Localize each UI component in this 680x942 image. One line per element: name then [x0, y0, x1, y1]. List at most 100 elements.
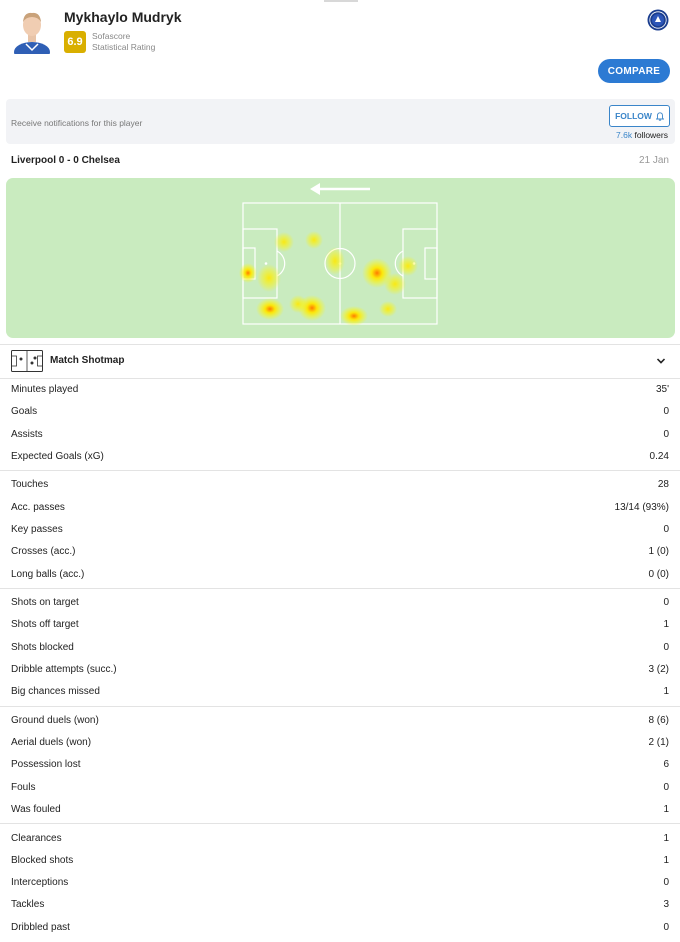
top-handle [324, 0, 358, 2]
stat-row: Long balls (acc.) 0 (0) [0, 564, 680, 586]
stat-value: 0 [663, 428, 669, 440]
group-divider [0, 470, 680, 472]
match-title[interactable]: Liverpool 0 - 0 Chelsea [11, 155, 120, 166]
stat-label: Interceptions [11, 877, 69, 889]
stat-label: Shots blocked [11, 641, 74, 653]
stat-label: Crosses (acc.) [11, 546, 76, 558]
heatmap [6, 178, 675, 338]
stat-value: 1 (0) [648, 546, 669, 558]
notification-bar: Receive notifications for this player FO… [6, 99, 675, 144]
stat-value: 8 (6) [648, 714, 669, 726]
stat-value: 6 [663, 759, 669, 771]
shotmap-label: Match Shotmap [50, 355, 125, 366]
stat-row: Aerial duels (won) 2 (1) [0, 732, 680, 754]
stat-label: Dribble attempts (succ.) [11, 664, 117, 675]
notification-text: Receive notifications for this player [11, 118, 143, 128]
stat-label: Aerial duels (won) [11, 737, 92, 749]
player-name: Mykhaylo Mudryk [64, 9, 182, 25]
stat-row: Blocked shots 1 [0, 850, 680, 872]
club-logo[interactable] [647, 9, 669, 31]
stat-value: 0 [663, 921, 669, 933]
stat-row: Fouls 0 [0, 777, 680, 799]
stat-row: Big chances missed 1 [0, 681, 680, 703]
stat-label: Acc. passes [11, 501, 65, 513]
stat-row: Shots off target 1 [0, 614, 680, 636]
stat-label: Expected Goals (xG) [11, 450, 104, 462]
chevron-down-icon[interactable] [655, 355, 667, 367]
stat-label: Touches [11, 479, 49, 491]
follow-label: FOLLOW [615, 111, 652, 121]
player-avatar [14, 12, 50, 54]
stat-row: Dribble attempts (succ.) 3 (2) [0, 659, 680, 681]
stat-value: 0 [663, 877, 669, 889]
match-shotmap-toggle[interactable]: Match Shotmap [0, 345, 680, 378]
stat-label: Long balls (acc.) [11, 568, 85, 580]
rating-label: Sofascore Statistical Rating [92, 31, 155, 53]
stat-row: Assists 0 [0, 424, 680, 446]
stat-value: 3 [663, 899, 669, 911]
stat-label: Fouls [11, 781, 36, 793]
stat-value: 0 [663, 641, 669, 653]
stat-value: 0 [663, 597, 669, 609]
followers: 7.6k followers [616, 130, 668, 140]
stat-row: Crosses (acc.) 1 (0) [0, 541, 680, 563]
stat-row: Interceptions 0 [0, 872, 680, 894]
stat-value: 0.24 [649, 450, 669, 462]
stat-row: Ground duels (won) 8 (6) [0, 710, 680, 732]
group-divider [0, 705, 680, 707]
rating-source: Sofascore [92, 31, 131, 41]
stat-value: 3 (2) [648, 664, 669, 675]
stat-label: Tackles [11, 899, 45, 911]
stat-label: Big chances missed [11, 686, 100, 698]
stat-value: 1 [663, 832, 669, 844]
stat-value: 0 [663, 524, 669, 535]
stat-label: Key passes [11, 524, 63, 535]
heat-zones [239, 231, 418, 326]
group-divider [0, 587, 680, 589]
followers-count: 7.6k [616, 130, 633, 140]
group-divider [0, 823, 680, 825]
stat-value: 1 [663, 619, 669, 631]
stat-row: Shots on target 0 [0, 592, 680, 614]
stat-label: Assists [11, 428, 43, 440]
stat-value: 1 [663, 686, 669, 698]
stat-row: Dribbled past 0 [0, 917, 680, 939]
stat-value: 0 [663, 781, 669, 793]
rating-badge: 6.9 [64, 31, 86, 53]
follow-button[interactable]: FOLLOW [609, 105, 670, 127]
stat-row: Shots blocked 0 [0, 637, 680, 659]
stat-row: Possession lost 6 [0, 754, 680, 776]
stat-label: Ground duels (won) [11, 714, 99, 726]
stat-row: Touches 28 [0, 474, 680, 496]
pitch-icon [11, 350, 43, 372]
stat-row: Minutes played 35' [0, 379, 680, 401]
rating-caption: Statistical Rating [92, 42, 156, 52]
stat-label: Blocked shots [11, 854, 74, 866]
stat-value: 1 [663, 804, 669, 815]
stat-label: Possession lost [11, 759, 81, 771]
stat-row: Acc. passes 13/14 (93%) [0, 497, 680, 519]
stat-row: Tackles 3 [0, 894, 680, 916]
stat-value: 35' [655, 384, 669, 395]
stat-row: Expected Goals (xG) 0.24 [0, 446, 680, 468]
stat-row: Was fouled 1 [0, 799, 680, 821]
compare-button[interactable]: COMPARE [598, 59, 670, 83]
stat-label: Shots off target [11, 619, 79, 631]
stat-value: 1 [663, 854, 669, 866]
stat-row: Key passes 0 [0, 519, 680, 541]
stat-label: Minutes played [11, 384, 79, 395]
direction-arrow-icon [310, 183, 370, 195]
stat-value: 2 (1) [648, 737, 669, 749]
match-date: 21 Jan [638, 155, 669, 166]
stat-value: 0 [663, 406, 669, 418]
stat-label: Dribbled past [11, 921, 70, 933]
stat-label: Goals [11, 406, 38, 418]
followers-label: followers [634, 130, 668, 140]
bell-icon [655, 111, 664, 121]
stat-label: Was fouled [11, 804, 61, 815]
divider [0, 378, 680, 379]
stat-row: Clearances 1 [0, 828, 680, 850]
stat-label: Clearances [11, 832, 62, 844]
stat-value: 13/14 (93%) [614, 501, 669, 513]
stat-row: Goals 0 [0, 401, 680, 423]
